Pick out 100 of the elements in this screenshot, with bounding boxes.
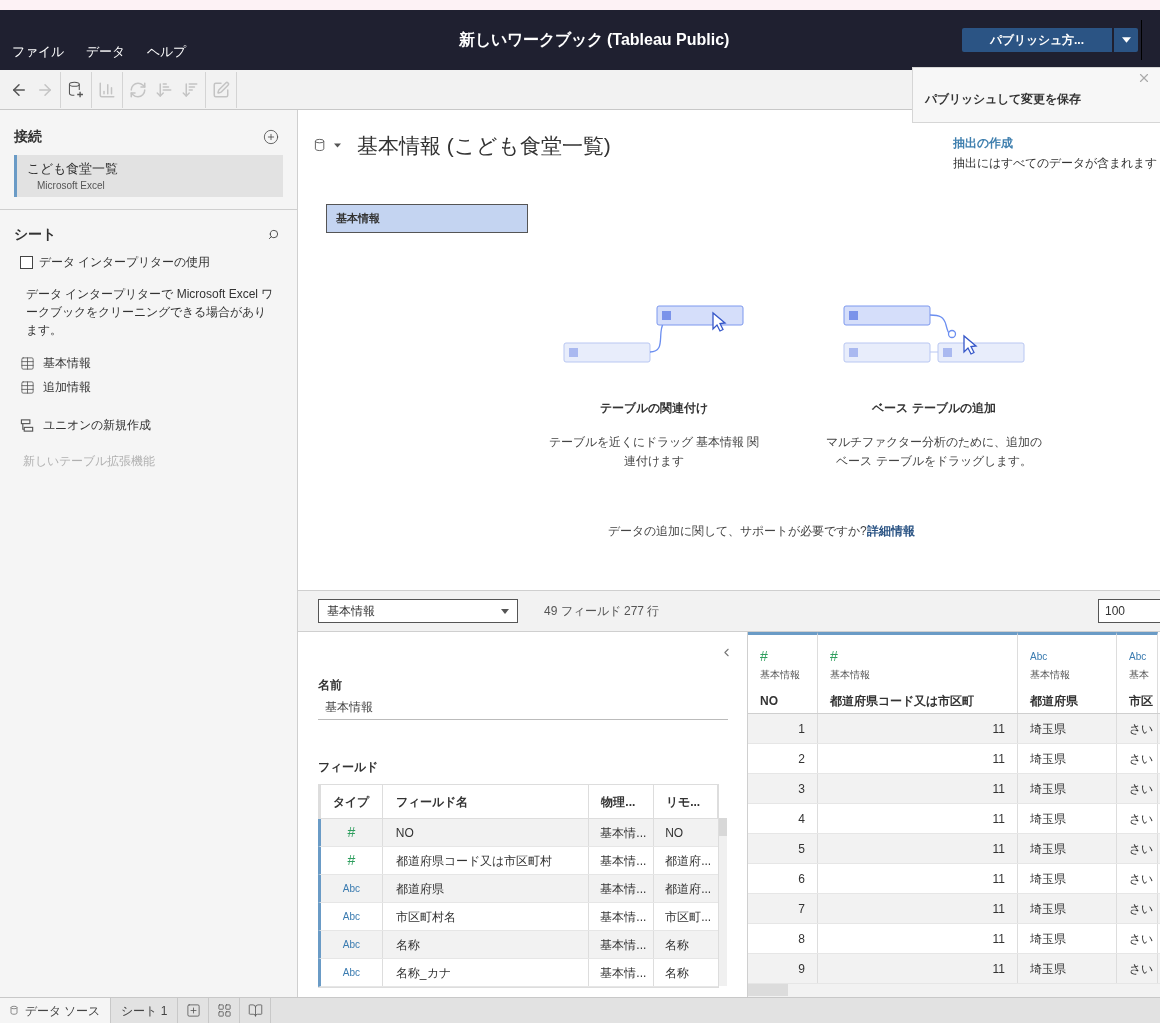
table-cell: 基本情...	[589, 903, 655, 930]
column-header[interactable]: 都道府県	[1030, 692, 1116, 710]
extract-note: 抽出にはすべてのデータが含まれます	[953, 155, 1157, 172]
hint-text: マルチファクター分析のために、追加のベース テーブルをドラッグします。	[825, 433, 1043, 470]
table-cell-text: NO	[664, 824, 685, 842]
search-icon[interactable]	[268, 229, 279, 240]
table-cell: 11	[818, 834, 1018, 863]
table-cell: 6	[748, 864, 818, 893]
connection-type: Microsoft Excel	[36, 179, 106, 194]
table-cell: 都道府県コード又は市区町村	[382, 847, 590, 874]
table-cell: 埼玉県	[1018, 894, 1117, 923]
column-header[interactable]: タイプ	[321, 785, 383, 818]
name-label: 名前	[318, 677, 343, 694]
caret-down-icon[interactable]	[334, 143, 341, 149]
type-label: Abc	[342, 938, 361, 952]
table-cell: 11	[818, 774, 1018, 803]
table-cell: 11	[818, 894, 1018, 923]
table-cell: さい	[1117, 894, 1158, 923]
connection-item[interactable]: こども食堂一覧 Microsoft Excel	[14, 155, 283, 197]
fields-label: フィールド	[318, 759, 379, 776]
type-label: Abc	[342, 910, 361, 924]
scrollbar-thumb[interactable]	[748, 984, 788, 996]
table-cell-text: 名称	[664, 964, 691, 982]
table-cell: 11	[818, 804, 1018, 833]
field-row-count: 49 フィールド 277 行	[544, 603, 660, 620]
database-plus-icon	[67, 80, 85, 99]
column-header[interactable]: リモ...	[654, 785, 718, 818]
table-cell: 3	[748, 774, 818, 803]
connection-name: こども食堂一覧	[27, 159, 119, 178]
hint-title: ベース テーブルの追加	[872, 399, 996, 417]
table-cell: さい	[1117, 714, 1158, 743]
column-header[interactable]: 市区	[1129, 692, 1157, 710]
table-cell: 2	[748, 744, 818, 773]
table-cell: 11	[818, 744, 1018, 773]
type-label: #	[347, 823, 356, 842]
sheet-tab[interactable]: データ ソース	[0, 998, 112, 1023]
table-cell: 11	[818, 924, 1018, 953]
hint-text: テーブルを近くにドラッグ 基本情報 関連付けます	[547, 433, 761, 470]
table-pill[interactable]: 基本情報	[326, 203, 528, 233]
interpreter-note: データ インタープリターで Microsoft Excel ワークブックをクリーニングできる場合があります。	[25, 286, 275, 339]
name-field[interactable]: 基本情報	[318, 694, 728, 720]
table-cell: さい	[1117, 864, 1158, 893]
column-header[interactable]: 物理...	[589, 785, 655, 818]
checkbox[interactable]	[20, 255, 33, 269]
book-icon	[247, 1003, 263, 1018]
table-cell: 埼玉県	[1018, 774, 1117, 803]
table-cell: 埼玉県	[1018, 834, 1117, 863]
table-cell: 9	[748, 954, 818, 983]
table-cell: さい	[1117, 954, 1158, 983]
menu-item[interactable]: ファイル	[12, 41, 64, 61]
table-cell-text: 都道府...	[664, 852, 713, 870]
publish-dropdown-button[interactable]	[1114, 28, 1138, 52]
learn-more-link[interactable]: 詳細情報	[866, 524, 915, 538]
scrollbar-thumb[interactable]	[719, 818, 727, 836]
type-label: Abc	[342, 882, 361, 896]
type-label: #	[760, 646, 768, 666]
sidebar-item[interactable]: 基本情報	[43, 354, 91, 372]
table-pill-label: 基本情報	[336, 210, 380, 226]
table-cell: 7	[748, 894, 818, 923]
column-source: 基本情報	[760, 668, 801, 682]
sidebar-item[interactable]: 追加情報	[43, 378, 91, 396]
window-title: 新しいワークブック (Tableau Public)	[458, 30, 730, 50]
tooltip-text: パブリッシュして変更を保存	[925, 91, 1081, 108]
create-extract-link[interactable]: 抽出の作成	[953, 134, 1157, 152]
type-label: #	[347, 851, 356, 870]
hint-title: テーブルの関連付け	[600, 399, 708, 417]
table-cell: 1	[748, 714, 818, 743]
refresh-icon	[129, 80, 147, 99]
table-cell: 基本情...	[589, 847, 655, 874]
table-cell: 埼玉県	[1018, 954, 1117, 983]
column-source: 基本情報	[830, 668, 871, 682]
union-icon	[20, 417, 35, 433]
menu-item[interactable]: データ	[86, 41, 125, 61]
publish-button[interactable]: パブリッシュ方...	[962, 28, 1112, 52]
menu-item[interactable]: ヘルプ	[147, 41, 186, 61]
close-icon[interactable]	[1137, 71, 1151, 85]
section-heading: シート	[14, 225, 56, 244]
table-select[interactable]: 基本情報	[318, 599, 518, 623]
table-cell: 11	[818, 954, 1018, 983]
rows-field[interactable]: 100	[1098, 599, 1160, 623]
table-cell-text: 都道府...	[664, 880, 713, 898]
table-cell-text: 名称	[664, 936, 691, 954]
table-cell: 埼玉県	[1018, 744, 1117, 773]
add-icon[interactable]	[263, 128, 279, 145]
table-cell: 市区町村名	[382, 903, 590, 930]
column-header[interactable]: 都道府県コード又は市区町	[830, 692, 1017, 710]
table-cell: 基本情...	[589, 959, 655, 986]
table-cell: 埼玉県	[1018, 714, 1117, 743]
sidebar-item[interactable]: ユニオンの新規作成	[43, 416, 151, 434]
table-cell: 名称	[382, 931, 590, 958]
checkbox-label: データ インタープリターの使用	[39, 254, 211, 271]
column-header[interactable]: フィールド名	[382, 785, 590, 818]
section-heading: 接続	[14, 127, 42, 146]
column-header[interactable]: NO	[760, 692, 817, 710]
table-cell: 11	[818, 864, 1018, 893]
table-cell: 8	[748, 924, 818, 953]
canvas-title: 基本情報 (こども食堂一覧)	[357, 133, 611, 159]
table-cell: 埼玉県	[1018, 924, 1117, 953]
type-label: Abc	[1129, 649, 1147, 664]
table-cell: 埼玉県	[1018, 864, 1117, 893]
